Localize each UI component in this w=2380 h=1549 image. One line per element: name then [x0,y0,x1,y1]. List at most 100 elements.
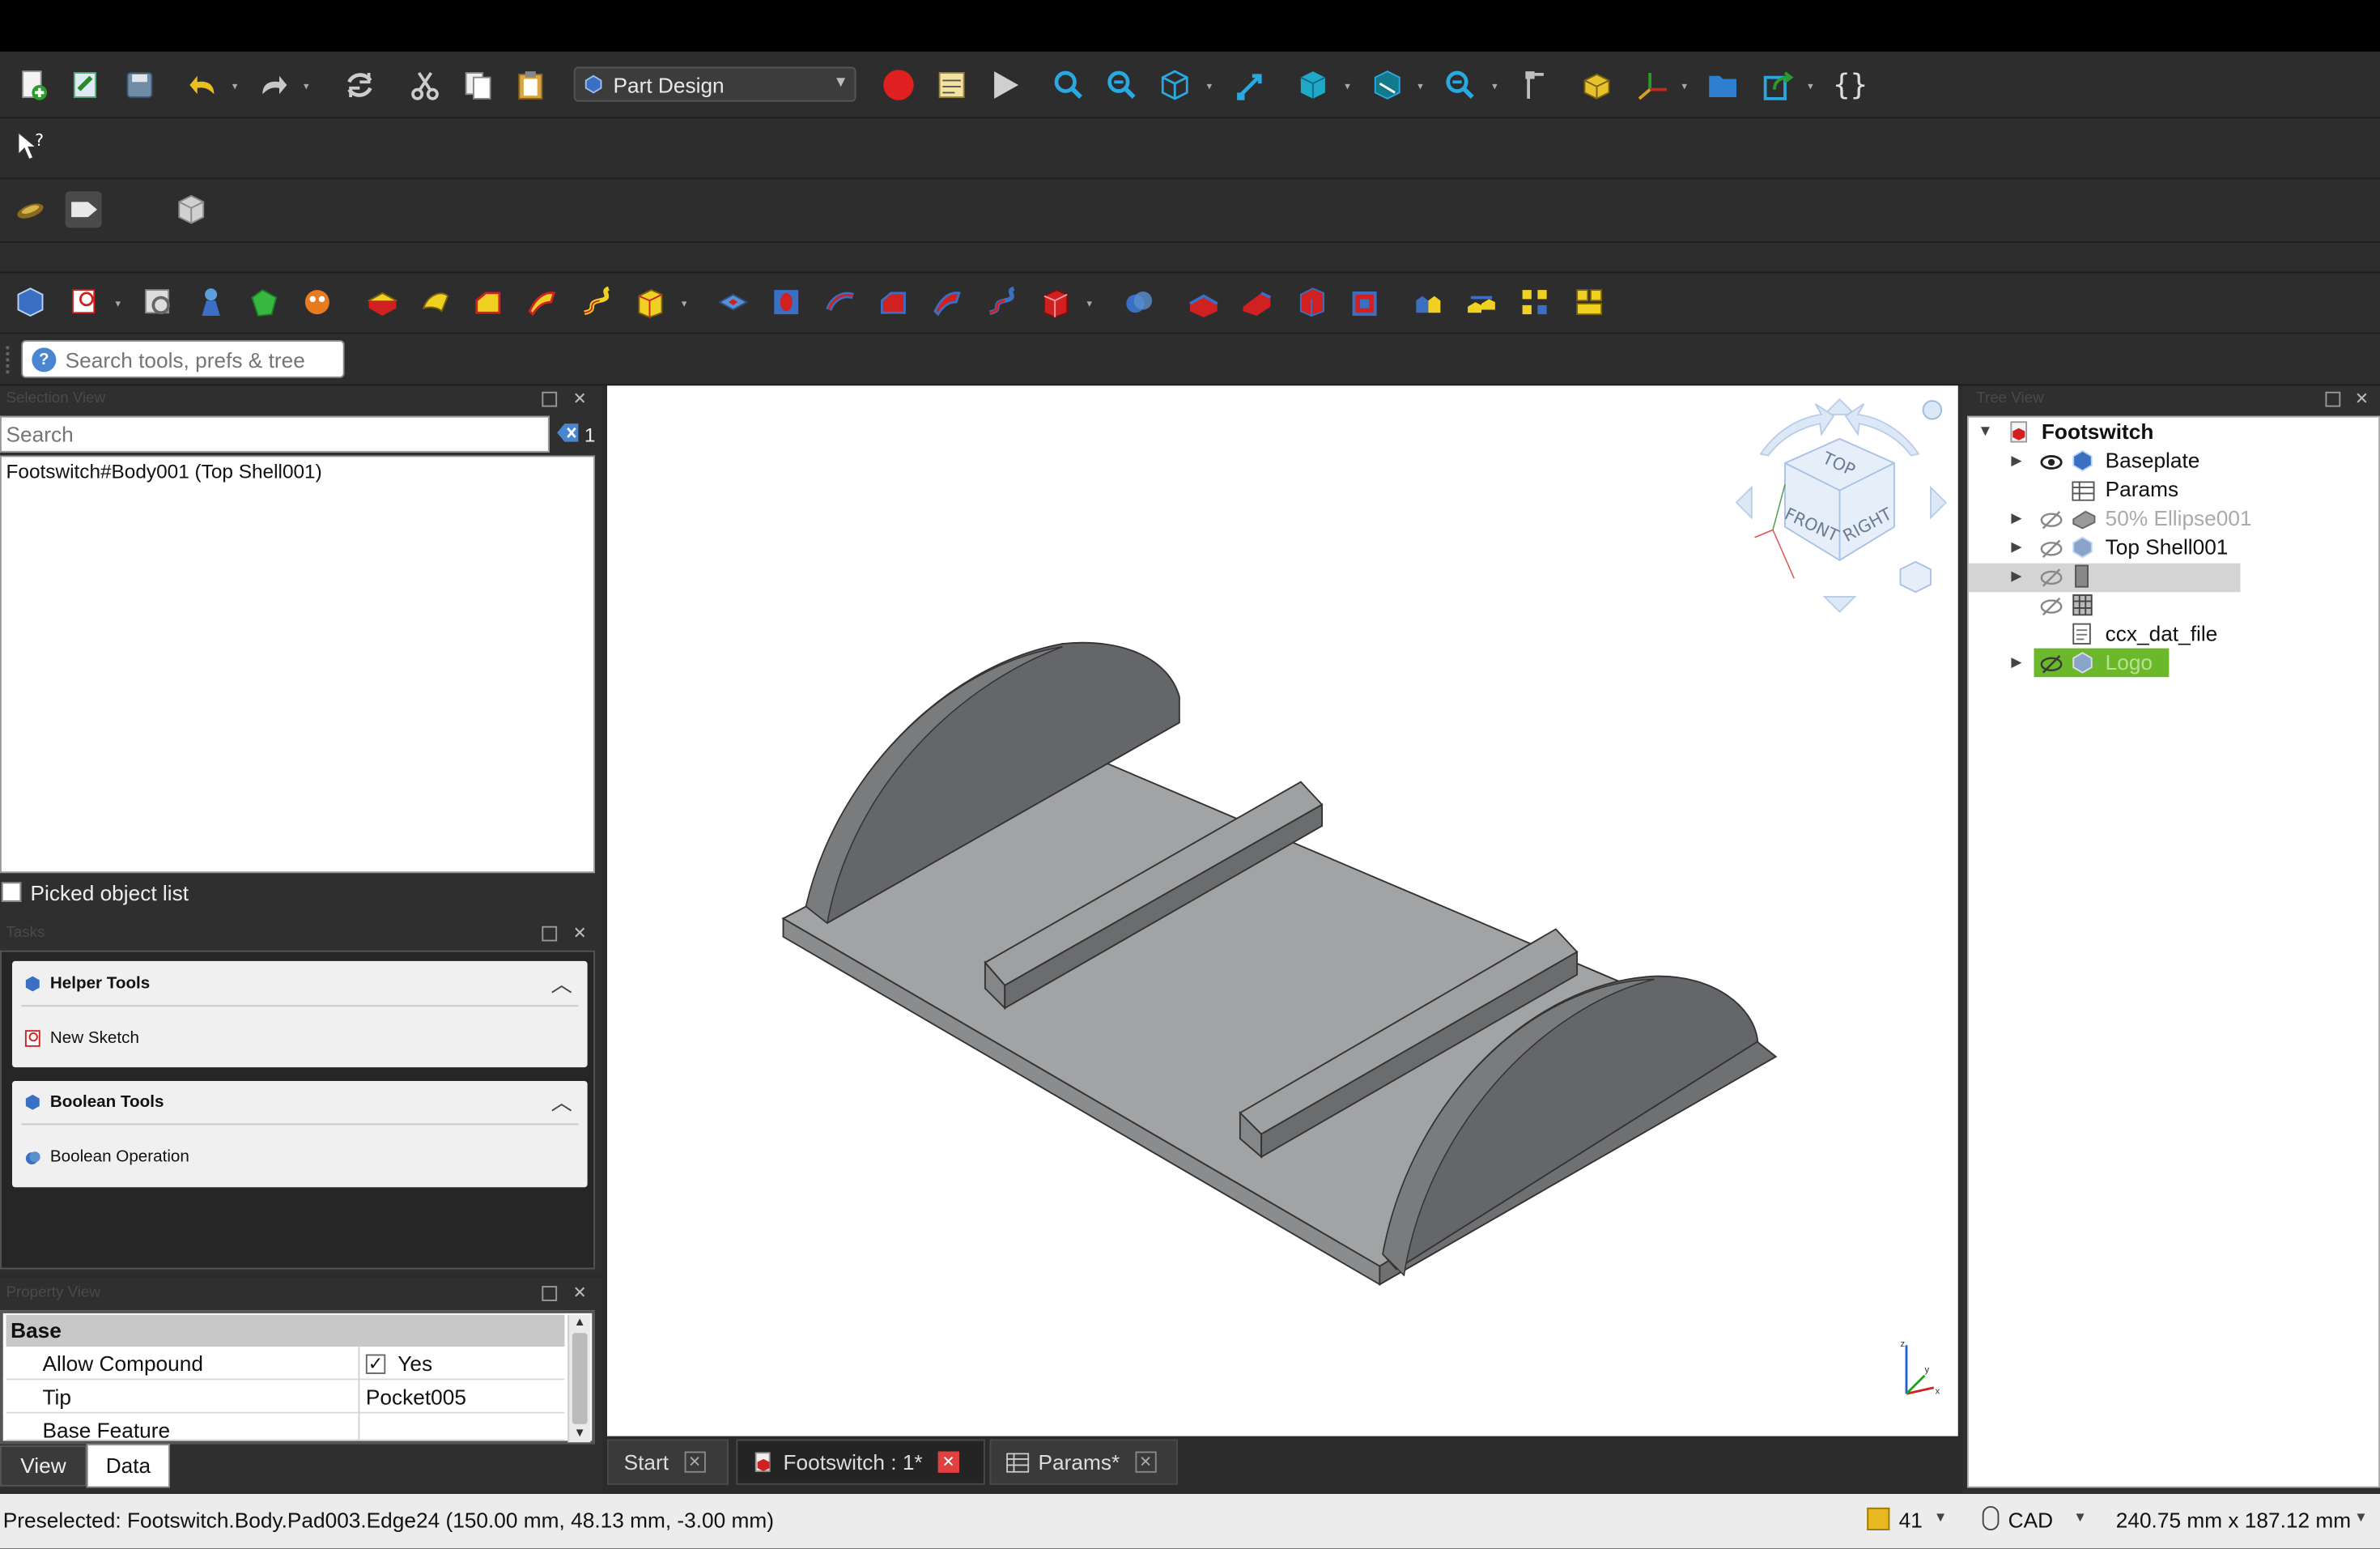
chevron-down-icon[interactable]: ▼ [2354,1509,2368,1525]
property-row[interactable]: Base Feature [6,1413,565,1441]
toolbar-grip[interactable] [6,346,13,374]
macro-editor-icon[interactable] [933,67,970,104]
close-tab-icon[interactable]: ✕ [683,1451,706,1473]
undo-icon[interactable] [185,67,222,104]
picked-object-checkbox[interactable] [1,882,22,902]
multitransform-icon[interactable] [1571,284,1608,321]
additive-box-icon[interactable] [631,284,668,321]
subshape-binder-icon[interactable] [246,284,283,321]
notification-count[interactable]: 41 [1899,1508,1923,1532]
chamfer-icon[interactable] [1239,284,1275,321]
tree-item-params[interactable]: Params [1969,475,2378,504]
subtractive-box-icon[interactable] [1037,284,1073,321]
expand-icon[interactable]: ▶ [2011,649,2021,678]
chevron-down-icon[interactable]: ▼ [2073,1509,2087,1525]
data-tab[interactable]: Data [86,1444,170,1488]
wireframe-cube-icon[interactable] [173,191,210,228]
pocket-icon[interactable] [715,284,751,321]
workbench-selector[interactable]: Part Design ▼ [573,66,856,102]
link-dropdown-icon[interactable]: ▾ [1808,82,1820,94]
navigation-cube[interactable]: TOP FRONT RIGHT [1731,394,1953,621]
measure-zoom-icon[interactable] [1442,67,1478,104]
float-panel-icon[interactable] [2325,391,2341,407]
save-icon[interactable] [121,67,158,104]
subtractive-pipe-icon[interactable] [929,284,966,321]
copy-icon[interactable] [460,67,496,104]
record-macro-icon[interactable] [881,67,917,104]
draft-icon[interactable] [1294,284,1330,321]
linear-pattern-icon[interactable] [1464,284,1500,321]
bounding-box-dropdown-icon[interactable]: ▾ [1417,82,1430,94]
polar-pattern-icon[interactable] [1516,284,1553,321]
float-panel-icon[interactable] [542,926,558,942]
tree-item-top-shell[interactable]: ▶ Top Shell001 [1969,533,2378,562]
tree-item-unnamed-2[interactable] [1969,590,2378,619]
close-panel-icon[interactable]: ✕ [572,391,588,408]
boolean-icon[interactable] [1120,284,1157,321]
fillet-icon[interactable] [1185,284,1222,321]
3d-viewport[interactable]: TOP FRONT RIGHT z x y [607,385,1958,1436]
tree-item-ellipse[interactable]: ▶ 50% Ellipse001 [1969,504,2378,534]
close-tab-icon[interactable]: ✕ [937,1451,959,1473]
hidden-eye-icon[interactable] [2040,595,2063,616]
link-icon[interactable] [1761,67,1797,104]
notification-icon[interactable] [1867,1507,1890,1530]
boolean-operation-link[interactable]: Boolean Operation [50,1148,189,1167]
search-tools-box[interactable]: ? [21,340,345,378]
part-icon[interactable] [1579,67,1615,104]
paste-icon[interactable] [513,67,550,104]
close-panel-icon[interactable]: ✕ [2354,391,2369,408]
tree-item-baseplate[interactable]: ▶ Baseplate [1969,446,2378,475]
close-panel-icon[interactable]: ✕ [572,926,588,943]
navigation-style[interactable]: CAD [2008,1508,2053,1532]
hidden-eye-icon[interactable] [2040,566,2063,587]
hole-icon[interactable] [768,284,805,321]
close-tab-icon[interactable]: ✕ [1134,1451,1157,1473]
clone-icon[interactable] [299,284,335,321]
view-direction-icon[interactable] [1233,67,1269,104]
group-folder-icon[interactable] [1705,67,1741,104]
sketch-icon[interactable] [67,284,104,321]
coordinate-dropdown-icon[interactable]: ▾ [1682,82,1694,94]
view-dropdown-icon[interactable]: ▾ [1207,82,1219,94]
isometric-view-icon[interactable] [1157,67,1193,104]
property-scrollbar[interactable]: ▲ ▼ [567,1314,591,1443]
additive-dropdown-icon[interactable]: ▾ [682,299,694,311]
selection-list-item[interactable]: Footswitch#Body001 (Top Shell001) [6,460,322,483]
draw-style-icon[interactable] [1294,67,1331,104]
measure-dropdown-icon[interactable]: ▾ [1492,82,1504,94]
cut-icon[interactable] [407,67,444,104]
clear-search-icon[interactable] [555,422,580,443]
expand-icon[interactable]: ▶ [2011,446,2021,475]
expand-icon[interactable]: ▶ [2011,562,2021,591]
measure-icon[interactable] [1515,67,1551,104]
refresh-icon[interactable] [342,67,378,104]
fit-selection-icon[interactable] [1103,67,1140,104]
expand-icon[interactable]: ▶ [2011,533,2021,562]
params-tab[interactable]: Params* ✕ [989,1439,1178,1485]
tag-icon[interactable] [65,191,102,228]
additive-loft-icon[interactable] [470,284,507,321]
new-sketch-link[interactable]: New Sketch [50,1029,139,1048]
selection-search-input[interactable] [1,417,548,451]
whats-this-icon[interactable]: ? [12,128,49,164]
tree-item-logo[interactable]: ▶ Logo [1969,648,2378,678]
subtractive-helix-icon[interactable] [982,284,1018,321]
property-group-header[interactable]: Base [6,1314,565,1347]
property-row[interactable]: Tip Pocket005 [6,1380,565,1414]
float-panel-icon[interactable] [542,1286,558,1301]
additive-pipe-icon[interactable] [524,284,560,321]
coordinate-system-icon[interactable] [1634,67,1671,104]
dimension-readout[interactable]: 240.75 mm x 187.12 mm [2116,1508,2351,1532]
chevron-down-icon[interactable]: ▼ [1934,1509,1948,1525]
collapse-icon[interactable]: ︿ [551,1087,572,1118]
subtractive-dropdown-icon[interactable]: ▾ [1087,299,1099,311]
validate-sketch-icon[interactable] [140,284,176,321]
tree-item-ccx-dat-file[interactable]: ccx_dat_file [1969,619,2378,649]
redo-dropdown-icon[interactable]: ▾ [304,82,316,94]
hidden-eye-icon[interactable] [2040,538,2063,558]
hidden-eye-icon[interactable] [2040,509,2063,530]
additive-helix-icon[interactable] [577,284,614,321]
fit-all-icon[interactable] [1051,67,1087,104]
new-document-icon[interactable] [15,67,52,104]
